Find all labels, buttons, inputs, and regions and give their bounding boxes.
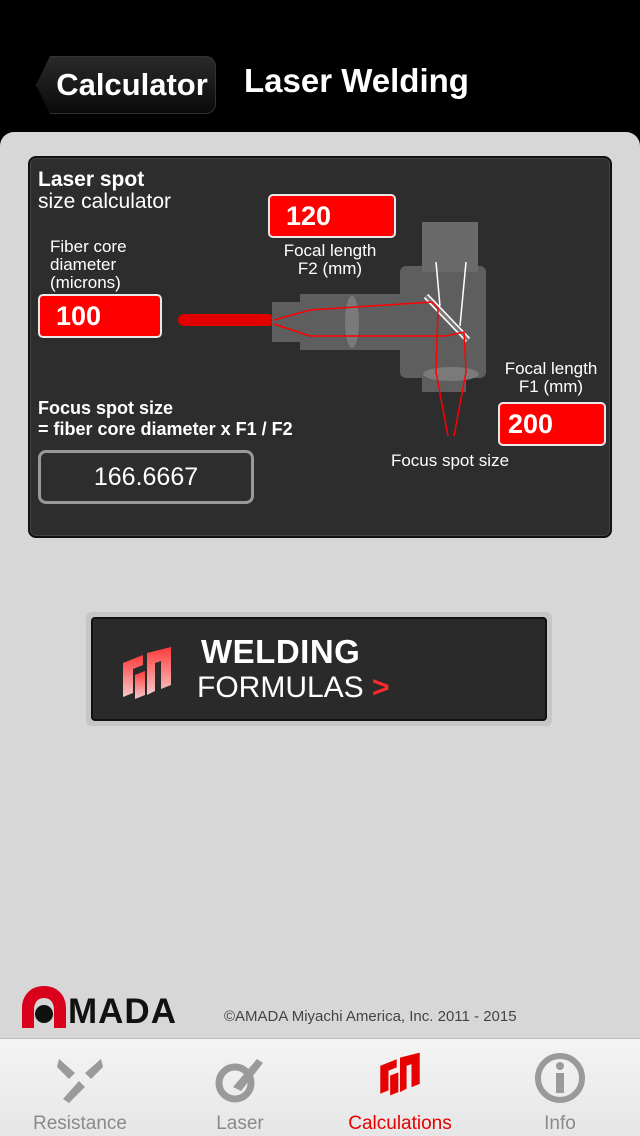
amada-logo-icon [123, 647, 171, 699]
laser-icon [215, 1059, 263, 1103]
tab-calculations[interactable]: Calculations [320, 1039, 480, 1136]
focal-length-f1-label: Focal length F1 (mm) [504, 359, 598, 396]
focus-spot-label: Focus spot size [390, 451, 510, 470]
tab-info[interactable]: Info [480, 1039, 640, 1136]
brand-wordmark: MADA [68, 992, 177, 1031]
calculator-title: Laser spot [38, 168, 145, 191]
navigation-bar: Calculator Laser Welding [0, 0, 640, 132]
calculations-icon [380, 1052, 420, 1096]
calculator-subtitle: size calculator [38, 190, 172, 213]
back-button[interactable]: Calculator [36, 56, 216, 114]
fiber-core-label: Fiber core diameter (microns) [50, 237, 127, 292]
formulas-label: FORMULAS > [197, 671, 390, 704]
laser-spot-calculator-panel: Laser spot size calculator Fiber core di… [28, 156, 612, 538]
collimator-lens [345, 296, 359, 348]
welding-label: WELDING [201, 633, 361, 670]
resistance-icon [57, 1059, 103, 1103]
info-icon [535, 1053, 585, 1103]
focal-length-f1-input[interactable]: 200 [498, 402, 606, 446]
welding-formulas-button-inner[interactable]: WELDING FORMULAS > [91, 617, 547, 721]
amada-a-logo-icon [22, 986, 66, 1028]
camera-port [422, 222, 478, 272]
focus-spot-result: 166.6667 [38, 450, 254, 504]
tab-laser[interactable]: Laser [160, 1039, 320, 1136]
page-title: Laser Welding [244, 62, 469, 99]
fiber-cable [178, 314, 274, 326]
welding-formulas-button[interactable]: WELDING FORMULAS > [86, 612, 552, 726]
tab-resistance[interactable]: Resistance [0, 1039, 160, 1136]
focus-lens [423, 367, 479, 381]
amada-brand: MADA [20, 980, 177, 1030]
main-content: Laser spot size calculator Fiber core di… [0, 132, 640, 1038]
formula-text: Focus spot size = fiber core diameter x … [38, 398, 293, 439]
arrow-right-icon: > [372, 671, 390, 704]
fiber-core-input[interactable]: 100 [38, 294, 162, 338]
copyright-text: ©AMADA Miyachi America, Inc. 2011 - 2015 [224, 1008, 517, 1025]
tab-bar: Resistance Laser Calculations Info [0, 1038, 640, 1136]
